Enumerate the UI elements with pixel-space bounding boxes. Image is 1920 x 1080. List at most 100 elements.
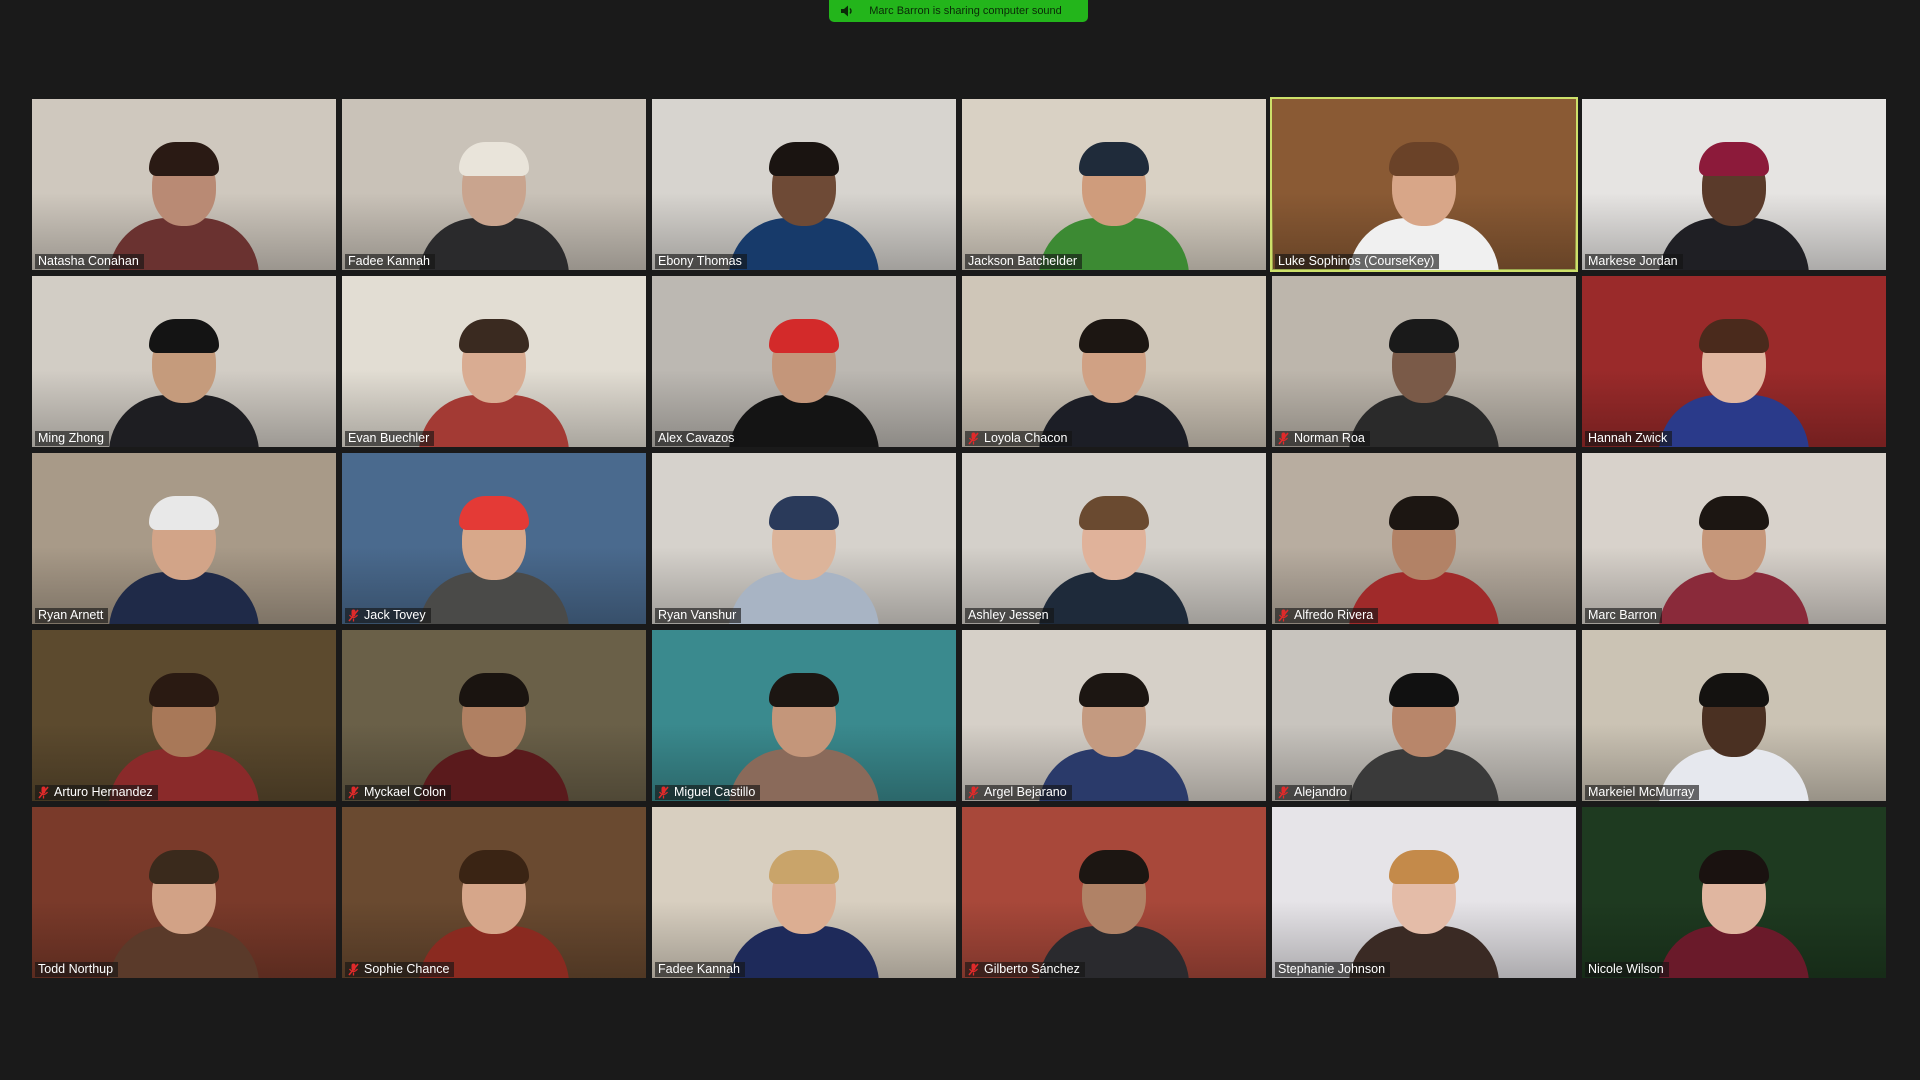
participant-name: Argel Bejarano [984,785,1067,799]
participant-silhouette [729,844,879,978]
participant-name-label: Jack Tovey [345,608,431,623]
participant-name: Ming Zhong [38,431,105,445]
participant-name: Luke Sophinos (CourseKey) [1278,254,1435,268]
participant-name: Evan Buechler [348,431,430,445]
participant-silhouette [729,667,879,801]
participant-name: Todd Northup [38,962,114,976]
participant-name: Fadee Kannah [348,254,431,268]
participant-name-label: Myckael Colon [345,785,451,800]
participant-silhouette [1039,667,1189,801]
participant-name: Norman Roa [1294,431,1365,445]
participant-tile[interactable]: Stephanie Johnson [1272,807,1576,978]
participant-silhouette [1659,844,1809,978]
participant-tile[interactable]: Evan Buechler [342,276,646,447]
participant-name: Arturo Hernandez [54,785,153,799]
participant-name-label: Loyola Chacon [965,431,1073,446]
participant-tile[interactable]: Ashley Jessen [962,453,1266,624]
participant-silhouette [1349,667,1499,801]
participant-silhouette [109,136,259,270]
participant-silhouette [1039,490,1189,624]
participant-name: Marc Barron [1588,608,1657,622]
participant-silhouette [729,490,879,624]
participant-silhouette [109,667,259,801]
participant-silhouette [419,313,569,447]
participant-tile[interactable]: Arturo Hernandez [32,630,336,801]
participant-silhouette [109,490,259,624]
participant-tile[interactable]: Ryan Vanshur [652,453,956,624]
participant-name-label: Natasha Conahan [35,254,144,269]
participant-tile[interactable]: Hannah Zwick [1582,276,1886,447]
participant-tile[interactable]: Loyola Chacon [962,276,1266,447]
participant-tile[interactable]: Norman Roa [1272,276,1576,447]
participant-name-label: Stephanie Johnson [1275,962,1391,977]
participant-tile[interactable]: Alex Cavazos [652,276,956,447]
participant-tile[interactable]: Jack Tovey [342,453,646,624]
participant-tile[interactable]: Miguel Castillo [652,630,956,801]
participant-name: Hannah Zwick [1588,431,1668,445]
participant-name: Ashley Jessen [968,608,1049,622]
muted-mic-icon [1278,432,1289,445]
participant-name-label: Fadee Kannah [655,962,746,977]
participant-silhouette [1039,844,1189,978]
participant-name: Natasha Conahan [38,254,139,268]
participant-tile[interactable]: Fadee Kannah [342,99,646,270]
participant-tile[interactable]: Jackson Batchelder [962,99,1266,270]
participant-silhouette [419,490,569,624]
participant-silhouette [1039,136,1189,270]
participant-name: Ebony Thomas [658,254,742,268]
muted-mic-icon [1278,786,1289,799]
participant-tile[interactable]: Markeiel McMurray [1582,630,1886,801]
muted-mic-icon [348,609,359,622]
participant-name-label: Arturo Hernandez [35,785,158,800]
muted-mic-icon [38,786,49,799]
muted-mic-icon [1278,609,1289,622]
muted-mic-icon [968,786,979,799]
participant-name-label: Markeiel McMurray [1585,785,1700,800]
participant-tile[interactable]: Alfredo Rivera [1272,453,1576,624]
participant-name-label: Hannah Zwick [1585,431,1673,446]
participant-name: Alfredo Rivera [1294,608,1374,622]
muted-mic-icon [968,963,979,976]
participant-tile[interactable]: Marc Barron [1582,453,1886,624]
gallery-view: Natasha Conahan Fadee Kannah Ebony Thomas J… [32,97,1890,978]
participant-tile[interactable]: Myckael Colon [342,630,646,801]
participant-tile[interactable]: Alejandro [1272,630,1576,801]
participant-name-label: Ryan Vanshur [655,608,742,623]
participant-tile[interactable]: Todd Northup [32,807,336,978]
participant-name: Ryan Vanshur [658,608,737,622]
participant-name: Alex Cavazos [658,431,735,445]
participant-tile[interactable]: Ryan Arnett [32,453,336,624]
participant-tile[interactable]: Sophie Chance [342,807,646,978]
muted-mic-icon [348,963,359,976]
participant-tile[interactable]: Fadee Kannah [652,807,956,978]
participant-name: Jackson Batchelder [968,254,1078,268]
participant-name: Gilberto Sánchez [984,962,1080,976]
participant-name: Ryan Arnett [38,608,104,622]
participant-tile[interactable]: Natasha Conahan [32,99,336,270]
participant-name-label: Norman Roa [1275,431,1370,446]
participant-tile[interactable]: Nicole Wilson [1582,807,1886,978]
participant-name-label: Alfredo Rivera [1275,608,1379,623]
muted-mic-icon [348,786,359,799]
participant-name-label: Marc Barron [1585,608,1662,623]
participant-tile[interactable]: Argel Bejarano [962,630,1266,801]
participant-silhouette [1349,844,1499,978]
participant-tile[interactable]: Luke Sophinos (CourseKey) [1270,97,1578,272]
participant-name-label: Argel Bejarano [965,785,1072,800]
participant-tile[interactable]: Ebony Thomas [652,99,956,270]
participant-silhouette [1659,313,1809,447]
participant-silhouette [1039,313,1189,447]
participant-name-label: Ashley Jessen [965,608,1054,623]
participant-tile[interactable]: Ming Zhong [32,276,336,447]
participant-name: Markeiel McMurray [1588,785,1695,799]
participant-name: Miguel Castillo [674,785,756,799]
participant-tile[interactable]: Gilberto Sánchez [962,807,1266,978]
participant-name-label: Evan Buechler [345,431,435,446]
participant-silhouette [729,313,879,447]
participant-name: Stephanie Johnson [1278,962,1386,976]
participant-tile[interactable]: Markese Jordan [1582,99,1886,270]
participant-silhouette [1659,490,1809,624]
participant-silhouette [109,313,259,447]
participant-name-label: Fadee Kannah [345,254,436,269]
participant-name: Jack Tovey [364,608,426,622]
